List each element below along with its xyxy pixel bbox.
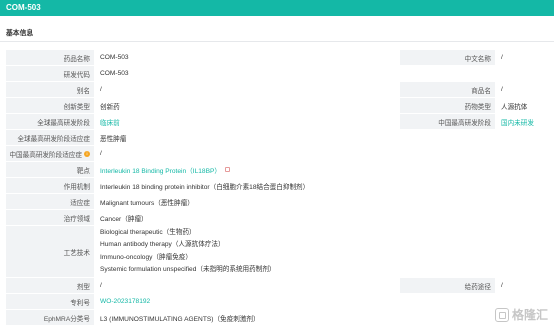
- section-divider: [0, 41, 554, 42]
- row-ephmra: EphMRA分类号 L3 (IMMUNOSTIMULATING AGENTS)（…: [6, 310, 548, 326]
- value-route: /: [501, 282, 503, 289]
- label-drug-type: 药物类型: [400, 98, 495, 113]
- row-therapeutic-area: 治疗领域 Cancer（肿瘤）: [6, 210, 548, 226]
- row-china-indication: 中国最高研发阶段适应症 i /: [6, 146, 548, 162]
- value-innovation-type: 创新药: [100, 103, 120, 111]
- label-dosage-form: 剂型: [6, 278, 94, 293]
- row-mechanism: 作用机制 Interleukin 18 binding protein inhi…: [6, 178, 548, 194]
- value-brand-name: /: [501, 86, 503, 93]
- label-target: 靶点: [6, 162, 94, 177]
- label-indication: 适应症: [6, 194, 94, 209]
- info-grid: 药品名称 COM-503 中文名称 / 研发代码 COM-503 别名 / 商品…: [6, 50, 548, 326]
- technology-item: Human antibody therapy（人源抗体疗法）: [100, 241, 225, 248]
- label-chinese-name: 中文名称: [400, 50, 495, 65]
- copy-icon[interactable]: [224, 167, 230, 172]
- row-dev-code: 研发代码 COM-503: [6, 66, 548, 82]
- label-route: 给药途径: [400, 278, 495, 293]
- value-china-indication: /: [100, 150, 102, 157]
- value-target: Interleukin 18 Binding Protein（IL18BP）: [100, 162, 230, 177]
- value-dosage-form: /: [100, 282, 102, 289]
- value-global-phase-link[interactable]: 临床前: [100, 114, 120, 129]
- page-title: COM-503: [6, 3, 41, 12]
- label-china-indication: 中国最高研发阶段适应症 i: [6, 146, 94, 161]
- row-drug-name: 药品名称 COM-503 中文名称 /: [6, 50, 548, 66]
- section-title: 基本信息: [6, 30, 34, 37]
- label-china-phase: 中国最高研发阶段: [400, 114, 495, 129]
- label-brand-name: 商品名: [400, 82, 495, 97]
- watermark-text: 格隆汇: [511, 308, 548, 322]
- value-therapeutic-area: Cancer（肿瘤）: [100, 215, 148, 223]
- value-drug-type: 人源抗体: [501, 103, 528, 111]
- label-patent: 专利号: [6, 294, 94, 309]
- value-china-phase-link[interactable]: 国内未研发: [495, 114, 534, 129]
- label-dev-code: 研发代码: [6, 66, 94, 81]
- row-global-phase: 全球最高研发阶段 临床前 中国最高研发阶段 国内未研发: [6, 114, 548, 130]
- info-icon[interactable]: i: [84, 150, 90, 157]
- value-ephmra: L3 (IMMUNOSTIMULATING AGENTS)（免疫刺激剂）: [100, 315, 260, 323]
- target-link[interactable]: Interleukin 18 Binding Protein（IL18BP）: [100, 165, 221, 175]
- label-technology: 工艺技术: [6, 226, 94, 277]
- label-global-indication: 全球最高研发阶段适应症: [6, 130, 94, 145]
- row-target: 靶点 Interleukin 18 Binding Protein（IL18BP…: [6, 162, 548, 178]
- value-chinese-name: /: [501, 54, 503, 61]
- value-global-indication: 恶性肿瘤: [100, 135, 127, 143]
- value-technology-list: Biological therapeutic（生物药） Human antibo…: [100, 226, 276, 277]
- label-innovation-type: 创新类型: [6, 98, 94, 113]
- value-indication: Malignant tumours（恶性肿瘤）: [100, 199, 194, 207]
- value-alias: /: [100, 86, 102, 93]
- value-dev-code: COM-503: [100, 70, 129, 77]
- row-alias: 别名 / 商品名 /: [6, 82, 548, 98]
- label-therapeutic-area: 治疗领域: [6, 210, 94, 225]
- row-indication: 适应症 Malignant tumours（恶性肿瘤）: [6, 194, 548, 210]
- header-bar: COM-503: [0, 0, 554, 16]
- label-mechanism: 作用机制: [6, 178, 94, 193]
- row-innovation-type: 创新类型 创新药 药物类型 人源抗体: [6, 98, 548, 114]
- technology-item: Systemic formulation unspecified（未指明的系统用…: [100, 266, 276, 273]
- value-mechanism: Interleukin 18 binding protein inhibitor…: [100, 183, 310, 191]
- value-drug-name: COM-503: [100, 54, 129, 61]
- value-patent-link[interactable]: WO-2023178192: [100, 294, 150, 309]
- label-china-indication-text: 中国最高研发阶段适应症: [9, 151, 82, 159]
- row-patent: 专利号 WO-2023178192: [6, 294, 548, 310]
- technology-item: Immuno-oncology（肿瘤免疫）: [100, 253, 192, 261]
- row-dosage-form: 剂型 / 给药途径 /: [6, 278, 548, 294]
- technology-item: Biological therapeutic（生物药）: [100, 228, 196, 236]
- label-alias: 别名: [6, 82, 94, 97]
- label-ephmra: EphMRA分类号: [6, 310, 94, 325]
- label-drug-name: 药品名称: [6, 50, 94, 65]
- row-technology: 工艺技术 Biological therapeutic（生物药） Human a…: [6, 226, 548, 278]
- watermark-logo-icon: [494, 307, 509, 322]
- label-global-phase: 全球最高研发阶段: [6, 114, 94, 129]
- watermark: 格隆汇: [494, 306, 548, 323]
- row-global-indication: 全球最高研发阶段适应症 恶性肿瘤: [6, 130, 548, 146]
